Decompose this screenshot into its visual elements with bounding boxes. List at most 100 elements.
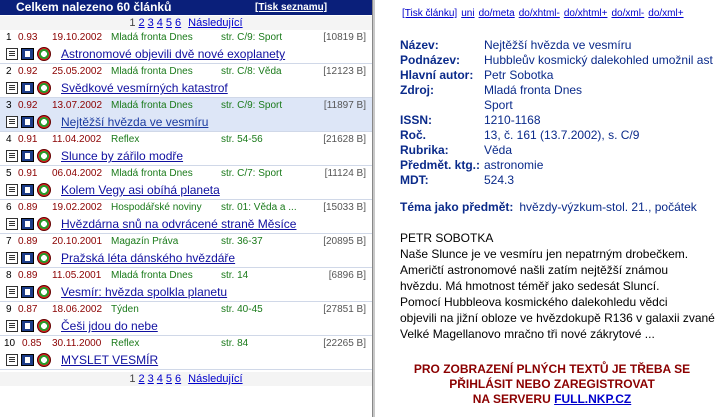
field-section: Sport (484, 98, 513, 112)
target-icon[interactable] (37, 115, 51, 129)
result-row: 1 0.93 19.10.2002 Mladá fronta Dnes str. C/9… (0, 30, 372, 64)
result-size: [27851 B] (323, 304, 366, 315)
result-index: 10 (4, 338, 16, 349)
do-xml-plus-link[interactable]: do/xml+ (648, 8, 683, 19)
result-row: 4 0.91 11.04.2002 Reflex str. 54-56 [21628 B]… (0, 132, 372, 166)
target-icon[interactable] (37, 319, 51, 333)
text-document-icon[interactable] (6, 286, 18, 298)
result-page: str. C/9: Sport (221, 32, 283, 43)
field-subtitle: Podnázev: Hubbleův kosmický dalekohled um… (400, 53, 713, 67)
result-score: 0.92 (18, 100, 38, 111)
export-icon[interactable] (21, 286, 34, 298)
export-icon[interactable] (21, 82, 34, 94)
result-title-link[interactable]: Slunce by zářilo modře (61, 148, 183, 164)
result-source: Mladá fronta Dnes (111, 168, 193, 179)
export-icon[interactable] (21, 218, 34, 230)
full-nkp-link[interactable]: FULL.NKP.CZ (554, 392, 631, 406)
abstract-line: Naše Slunce je ve vesmíru jen nepatrným … (400, 247, 689, 261)
notice-prefix: NA SERVERU (472, 392, 551, 406)
result-title-link[interactable]: Pražská léta dánského hvězdáře (61, 250, 235, 266)
export-icon[interactable] (21, 354, 34, 366)
result-title-link[interactable]: Astronomové objevili dvě nové exoplanety (61, 46, 285, 62)
text-document-icon[interactable] (6, 184, 18, 196)
result-title-link[interactable]: MYSLET VESMÍR (61, 352, 158, 368)
topic-value: hvězdy-výzkum-stol. 21., počátek (519, 200, 697, 214)
text-document-icon[interactable] (6, 150, 18, 162)
result-page: str. 54-56 (221, 134, 263, 145)
do-xhtml-minus-link[interactable]: do/xhtml- (519, 8, 560, 19)
result-date: 11.04.2002 (52, 134, 102, 145)
text-document-icon[interactable] (6, 48, 18, 60)
pager-page-3[interactable]: 3 (148, 17, 154, 29)
target-icon[interactable] (37, 251, 51, 265)
result-size: [11897 B] (323, 100, 366, 111)
text-document-icon[interactable] (6, 320, 18, 332)
result-page: str. C/7: Sport (221, 168, 283, 179)
do-xml-minus-link[interactable]: do/xml- (611, 8, 644, 19)
export-icon[interactable] (21, 184, 34, 196)
export-icon[interactable] (21, 320, 34, 332)
text-document-icon[interactable] (6, 354, 18, 366)
result-index: 6 (6, 202, 12, 213)
pager-page-2[interactable]: 2 (139, 373, 145, 385)
result-page: str. C/8: Věda (221, 66, 282, 77)
text-document-icon[interactable] (6, 82, 18, 94)
result-row: 7 0.89 20.10.2001 Magazín Práva str. 36-37 [2… (0, 234, 372, 268)
do-meta-link[interactable]: do/meta (479, 8, 515, 19)
results-pane: Celkem nalezeno 60 článků [Tisk seznamu]… (0, 0, 372, 417)
pager-page-4[interactable]: 4 (157, 17, 163, 29)
target-icon[interactable] (37, 285, 51, 299)
result-source: Týden (111, 304, 139, 315)
result-date: 11.05.2001 (52, 270, 102, 281)
print-list-link[interactable]: [Tisk seznamu] (255, 0, 327, 15)
result-title-link[interactable]: Kolem Vegy asi obíhá planeta (61, 182, 220, 198)
pager-page-4[interactable]: 4 (157, 373, 163, 385)
abstract-line: objevili na jižní obloze ve hvězdokupě R… (400, 311, 715, 325)
pager-page-5[interactable]: 5 (166, 373, 172, 385)
target-icon[interactable] (37, 149, 51, 163)
print-article-link[interactable]: [Tisk článku] (402, 8, 457, 19)
result-index: 5 (6, 168, 12, 179)
export-icon[interactable] (21, 252, 34, 264)
result-page: str. 01: Věda a ... (221, 202, 297, 213)
result-row: 9 0.87 18.06.2002 Týden str. 40-45 [27851 B] … (0, 302, 372, 336)
result-title-link[interactable]: Češi jdou do nebe (61, 318, 158, 334)
text-document-icon[interactable] (6, 252, 18, 264)
export-icon[interactable] (21, 150, 34, 162)
export-icon[interactable] (21, 116, 34, 128)
result-title-link[interactable]: Svědkové vesmírných katastrof (61, 80, 228, 96)
pager-next[interactable]: Následující (188, 373, 242, 385)
result-source: Mladá fronta Dnes (111, 32, 193, 43)
result-index: 2 (6, 66, 12, 77)
target-icon[interactable] (37, 353, 51, 367)
login-notice: PRO ZOBRAZENÍ PLNÝCH TEXTŮ JE TŘEBA SE P… (376, 362, 728, 407)
text-document-icon[interactable] (6, 116, 18, 128)
export-icon[interactable] (21, 48, 34, 60)
pager-page-6[interactable]: 6 (175, 17, 181, 29)
target-icon[interactable] (37, 47, 51, 61)
result-title-link[interactable]: Vesmír: hvězda spolkla planetu (61, 284, 227, 300)
do-xhtml-plus-link[interactable]: do/xhtml+ (564, 8, 608, 19)
pager-next[interactable]: Následující (188, 17, 242, 29)
pager-bottom: 1 2 3 4 5 6 Následující (0, 372, 372, 386)
pager-page-6[interactable]: 6 (175, 373, 181, 385)
pager-current: 1 (129, 17, 136, 29)
pager-page-2[interactable]: 2 (139, 17, 145, 29)
result-source: Mladá fronta Dnes (111, 66, 193, 77)
pager-page-5[interactable]: 5 (166, 17, 172, 29)
result-title-link[interactable]: Hvězdárna snů na odvrácené straně Měsíce (61, 216, 296, 232)
text-document-icon[interactable] (6, 218, 18, 230)
target-icon[interactable] (37, 183, 51, 197)
result-title-link[interactable]: Nejtěžší hvězda ve vesmíru (61, 114, 208, 130)
abstract-line: hvězdu. Má hmotnost téměř jako sedesát S… (400, 279, 660, 293)
field-mdt: MDT: 524.3 (400, 173, 515, 187)
target-icon[interactable] (37, 217, 51, 231)
article-abstract: PETR SOBOTKA Naše Slunce je ve vesmíru j… (400, 230, 728, 342)
pager-top: 1 2 3 4 5 6 Následující (0, 16, 372, 30)
topic-line: Téma jako předmět: hvězdy-výzkum-stol. 21… (400, 200, 697, 214)
uni-link[interactable]: uni (461, 8, 474, 19)
notice-line: PŘIHLÁSIT NEBO ZAREGISTROVAT (449, 377, 655, 391)
target-icon[interactable] (37, 81, 51, 95)
pager-page-3[interactable]: 3 (148, 373, 154, 385)
result-size: [20895 B] (323, 236, 366, 247)
